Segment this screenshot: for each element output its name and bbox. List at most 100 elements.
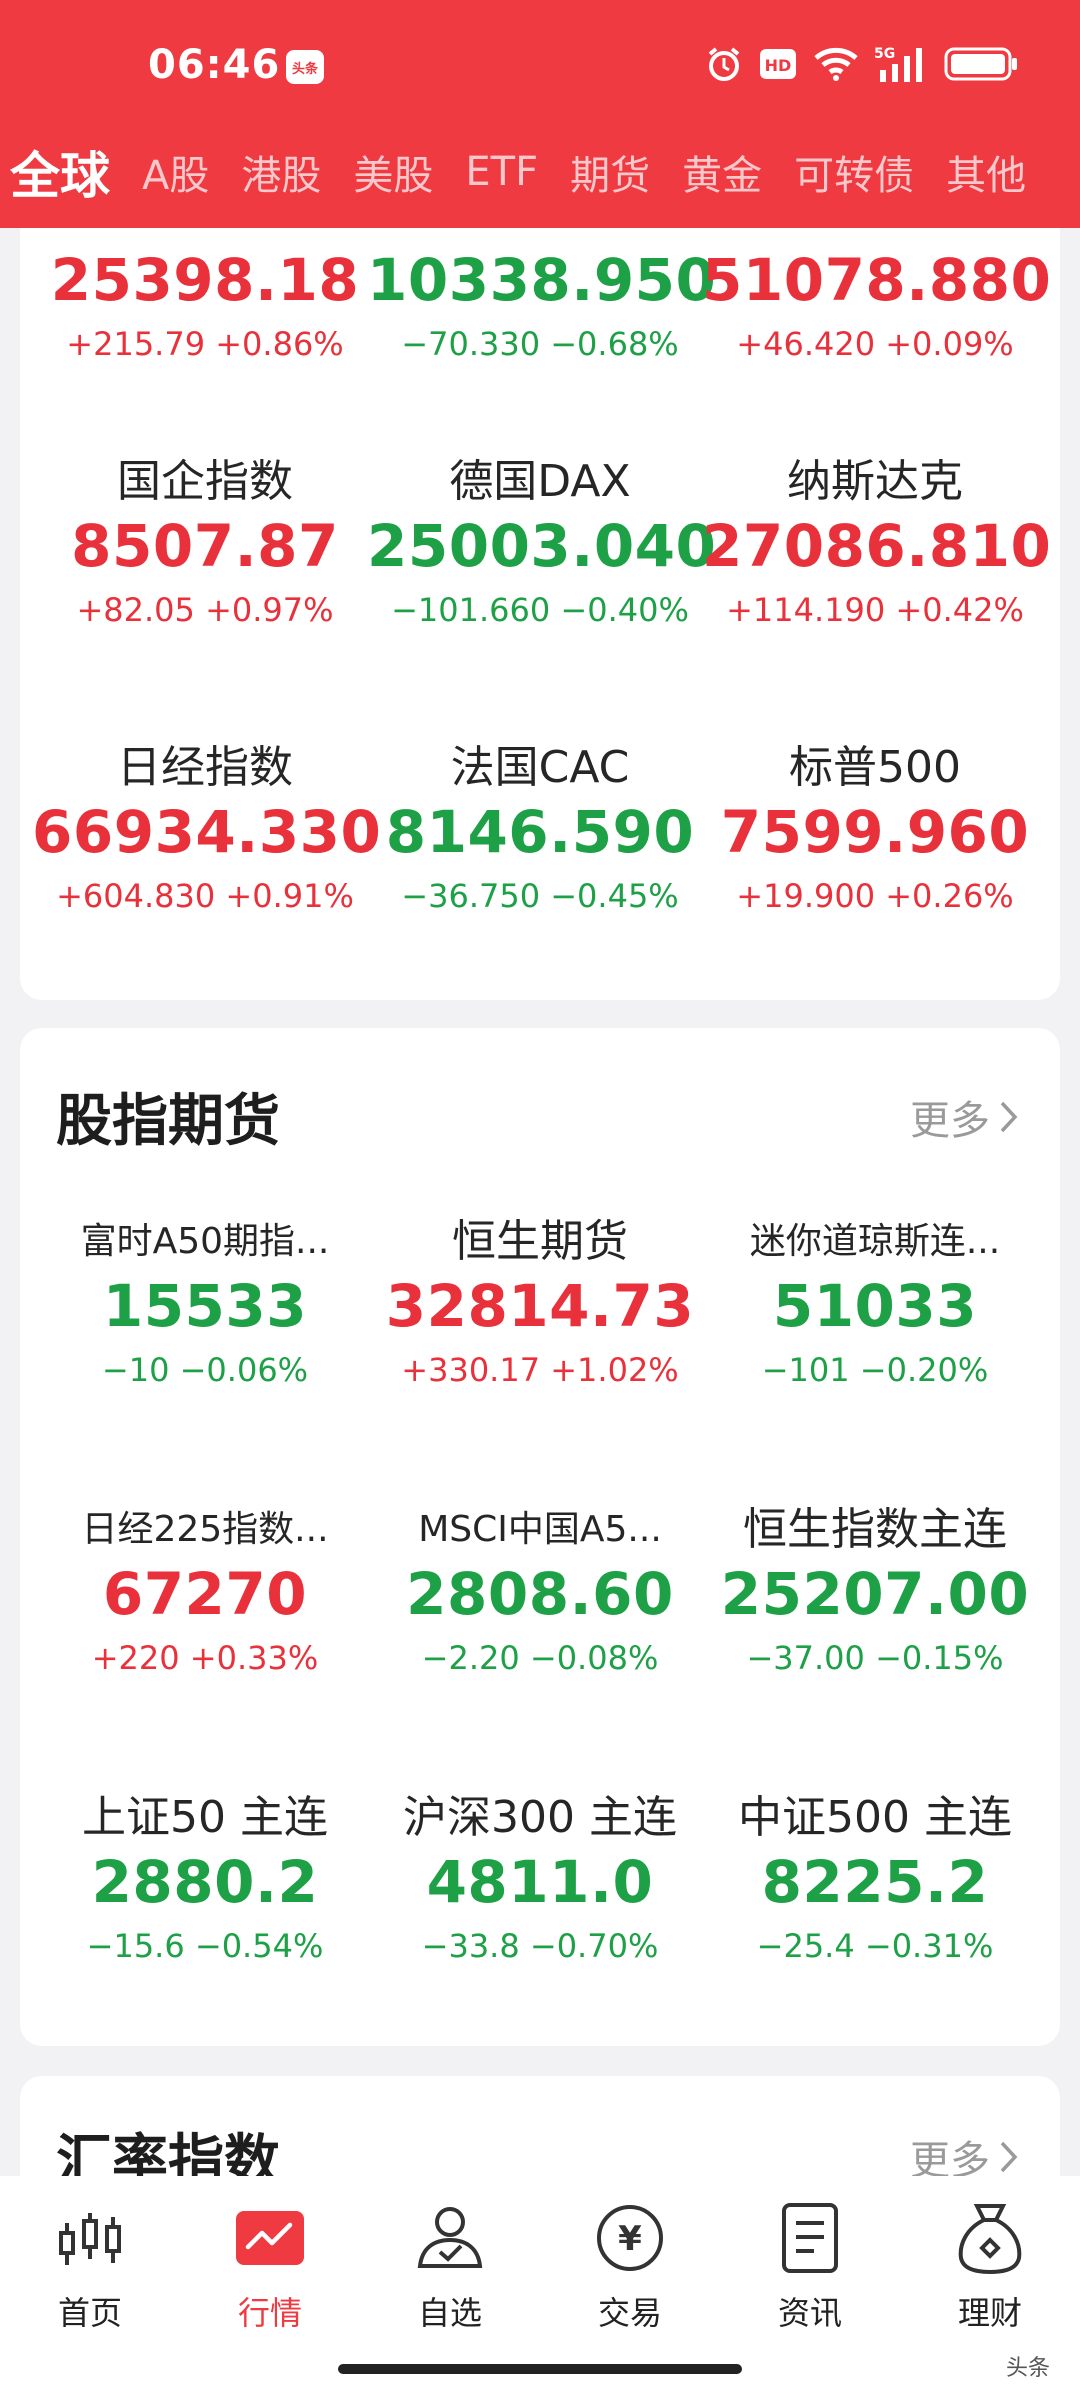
futures-price: 2880.2 bbox=[91, 1848, 319, 1916]
futures-change: +220 +0.33% bbox=[91, 1639, 319, 1677]
index-price: 27086.810 bbox=[702, 512, 1052, 580]
alarm-icon bbox=[708, 47, 740, 81]
index-price: 8507.87 bbox=[71, 512, 339, 580]
index-tile[interactable]: 51078.880 +46.420 +0.09% bbox=[702, 244, 1052, 366]
nav-market[interactable]: 行情 bbox=[180, 2198, 360, 2334]
index-change: −101.660 −0.40% bbox=[391, 591, 689, 629]
futures-price: 8225.2 bbox=[761, 1848, 989, 1916]
index-tile[interactable]: 10338.950 −70.330 −0.68% bbox=[367, 244, 716, 366]
futures-name: 富时A50期指... bbox=[80, 1221, 330, 1262]
futures-tile[interactable]: 迷你道琼斯连... 51033 −101 −0.20% bbox=[702, 1214, 1048, 1392]
market-chart-icon bbox=[180, 2198, 360, 2278]
index-change: +46.420 +0.09% bbox=[736, 325, 1014, 363]
candlestick-icon bbox=[0, 2198, 180, 2278]
futures-price: 51033 bbox=[772, 1272, 978, 1340]
tab-a-shares[interactable]: A股 bbox=[126, 143, 225, 201]
global-indices-card: 25398.18 +215.79 +0.86% 10338.950 −70.33… bbox=[20, 200, 1060, 1000]
index-name: 日经指数 bbox=[117, 742, 293, 793]
futures-tile[interactable]: 上证50 主连 2880.2 −15.6 −0.54% bbox=[32, 1790, 378, 1968]
nav-watchlist[interactable]: 自选 bbox=[360, 2198, 540, 2334]
futures-name: 恒生指数主连 bbox=[743, 1504, 1007, 1555]
nav-label: 行情 bbox=[237, 2294, 302, 2332]
futures-change: +330.17 +1.02% bbox=[401, 1351, 679, 1389]
index-tile[interactable]: 标普500 7599.960 +19.900 +0.26% bbox=[702, 740, 1048, 918]
svg-text:5G: 5G bbox=[874, 46, 895, 62]
index-change: −36.750 −0.45% bbox=[401, 877, 679, 915]
futures-change: −33.8 −0.70% bbox=[421, 1927, 659, 1965]
index-change: +114.190 +0.42% bbox=[726, 591, 1024, 629]
market-tabs: 全球 A股 港股 美股 ETF 期货 黄金 可转债 其他 bbox=[0, 132, 1080, 212]
tab-other[interactable]: 其他 bbox=[930, 143, 1042, 201]
index-tile[interactable]: 国企指数 8507.87 +82.05 +0.97% bbox=[32, 454, 378, 632]
index-change: −70.330 −0.68% bbox=[401, 325, 679, 363]
index-tile[interactable]: 日经指数 66934.330 +604.830 +0.91% bbox=[32, 740, 382, 918]
futures-name: 迷你道琼斯连... bbox=[749, 1221, 1001, 1262]
index-name: 法国CAC bbox=[450, 742, 630, 793]
index-price: 51078.880 bbox=[702, 246, 1052, 314]
index-price: 66934.330 bbox=[32, 798, 382, 866]
tab-convertible-bonds[interactable]: 可转债 bbox=[778, 143, 930, 201]
index-name: 标普500 bbox=[789, 742, 961, 793]
toutiao-notification-icon: 头条 bbox=[286, 50, 324, 84]
tab-gold[interactable]: 黄金 bbox=[666, 143, 778, 201]
wifi-icon bbox=[814, 47, 858, 81]
futures-name: 日经225指数... bbox=[81, 1509, 329, 1550]
futures-name: 中证500 主连 bbox=[738, 1792, 1012, 1843]
money-bag-icon bbox=[900, 2198, 1080, 2278]
svg-text:¥: ¥ bbox=[618, 2219, 642, 2259]
futures-tile[interactable]: 富时A50期指... 15533 −10 −0.06% bbox=[32, 1214, 378, 1392]
index-tile[interactable]: 25398.18 +215.79 +0.86% bbox=[32, 244, 378, 366]
status-icons: HD 5G bbox=[704, 44, 1020, 84]
app-header: 06:46 头条 HD 5G 全球 A股 港股 美股 ETF 期货 黄金 可转债… bbox=[0, 0, 1080, 228]
tab-etf[interactable]: ETF bbox=[449, 149, 554, 195]
chevron-right-icon bbox=[1000, 1101, 1018, 1133]
nav-label: 理财 bbox=[957, 2294, 1022, 2332]
nav-news[interactable]: 资讯 bbox=[720, 2198, 900, 2334]
index-tile[interactable]: 法国CAC 8146.590 −36.750 −0.45% bbox=[367, 740, 713, 918]
futures-price: 67270 bbox=[102, 1560, 308, 1628]
futures-tile[interactable]: 沪深300 主连 4811.0 −33.8 −0.70% bbox=[367, 1790, 713, 1968]
futures-change: −25.4 −0.31% bbox=[756, 1927, 994, 1965]
futures-change: −37.00 −0.15% bbox=[746, 1639, 1004, 1677]
index-futures-card: 股指期货 更多 富时A50期指... 15533 −10 −0.06% 恒生期货… bbox=[20, 1028, 1060, 2046]
nav-label: 首页 bbox=[57, 2294, 122, 2332]
news-doc-icon bbox=[720, 2198, 900, 2278]
futures-tile[interactable]: MSCI中国A5... 2808.60 −2.20 −0.08% bbox=[367, 1502, 713, 1680]
nav-wealth[interactable]: 理财 bbox=[900, 2198, 1080, 2334]
index-change: +82.05 +0.97% bbox=[76, 591, 334, 629]
futures-name: 恒生期货 bbox=[452, 1216, 628, 1267]
tab-us-shares[interactable]: 美股 bbox=[337, 143, 449, 201]
index-change: +19.900 +0.26% bbox=[736, 877, 1014, 915]
index-price: 25398.18 bbox=[50, 246, 360, 314]
futures-price: 25207.00 bbox=[720, 1560, 1030, 1628]
futures-more-link[interactable]: 更多 bbox=[910, 1088, 1020, 1146]
index-name: 德国DAX bbox=[449, 456, 631, 507]
futures-tile[interactable]: 日经225指数... 67270 +220 +0.33% bbox=[32, 1502, 378, 1680]
index-name: 国企指数 bbox=[117, 456, 293, 507]
index-name: 纳斯达克 bbox=[787, 456, 963, 507]
futures-tile[interactable]: 中证500 主连 8225.2 −25.4 −0.31% bbox=[702, 1790, 1048, 1968]
index-change: +604.830 +0.91% bbox=[56, 877, 354, 915]
futures-price: 15533 bbox=[102, 1272, 308, 1340]
cellular-5g-icon: 5G bbox=[874, 46, 922, 82]
tab-global[interactable]: 全球 bbox=[0, 136, 126, 208]
index-price: 8146.590 bbox=[385, 798, 695, 866]
futures-change: −2.20 −0.08% bbox=[421, 1639, 659, 1677]
futures-tile[interactable]: 恒生期货 32814.73 +330.17 +1.02% bbox=[367, 1214, 713, 1392]
futures-price: 32814.73 bbox=[385, 1272, 695, 1340]
tab-futures[interactable]: 期货 bbox=[554, 143, 666, 201]
futures-change: −10 −0.06% bbox=[101, 1351, 309, 1389]
chevron-right-icon bbox=[1000, 2141, 1018, 2173]
nav-trade[interactable]: ¥ 交易 bbox=[540, 2198, 720, 2334]
futures-tile[interactable]: 恒生指数主连 25207.00 −37.00 −0.15% bbox=[702, 1502, 1048, 1680]
status-bar: 06:46 头条 HD 5G bbox=[0, 0, 1080, 130]
nav-label: 交易 bbox=[597, 2294, 662, 2332]
nav-label: 资讯 bbox=[777, 2294, 842, 2332]
index-tile[interactable]: 纳斯达克 27086.810 +114.190 +0.42% bbox=[702, 454, 1052, 632]
futures-change: −101 −0.20% bbox=[761, 1351, 989, 1389]
tab-hk-shares[interactable]: 港股 bbox=[225, 143, 337, 201]
index-tile[interactable]: 德国DAX 25003.040 −101.660 −0.40% bbox=[367, 454, 716, 632]
home-indicator[interactable] bbox=[338, 2364, 742, 2374]
futures-name: 上证50 主连 bbox=[82, 1792, 328, 1843]
nav-home[interactable]: 首页 bbox=[0, 2198, 180, 2334]
